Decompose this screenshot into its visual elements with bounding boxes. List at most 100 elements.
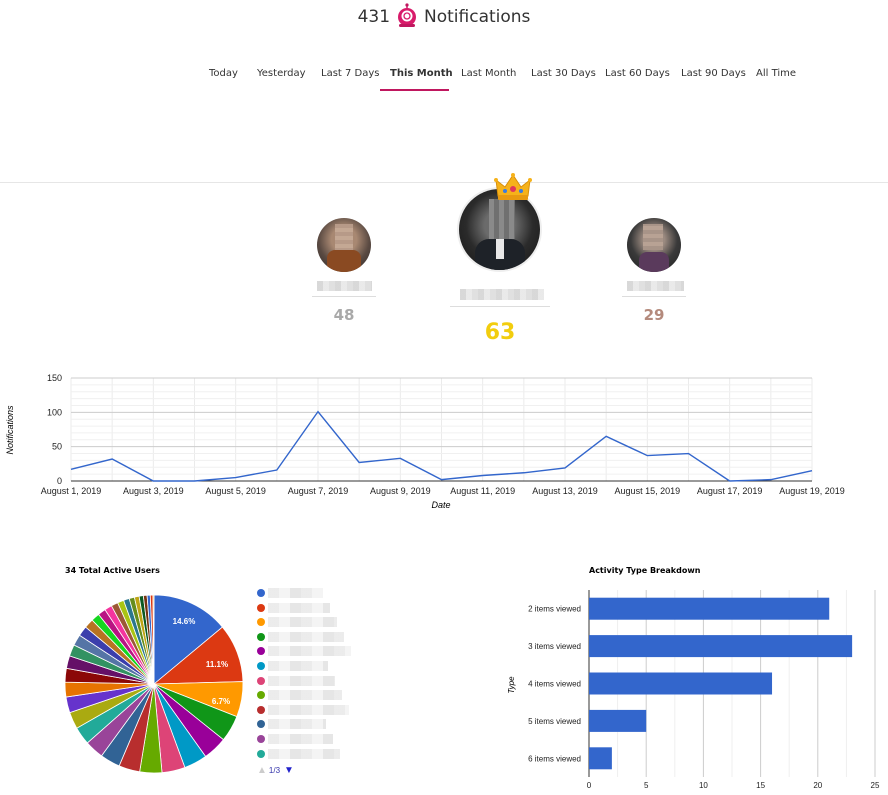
- crown-icon: [494, 172, 532, 207]
- tab-last-90-days[interactable]: Last 90 Days: [681, 60, 746, 90]
- page-title: 431 Notifications: [0, 2, 888, 32]
- bar[interactable]: [589, 635, 853, 658]
- x-tick-label: August 19, 2019: [779, 486, 845, 496]
- legend-color-dot: [257, 589, 265, 597]
- score-first-place: 63: [484, 320, 516, 345]
- tab-last-30-days[interactable]: Last 30 Days: [531, 60, 596, 90]
- time-range-tabs: Today Yesterday Last 7 Days This Month L…: [0, 60, 888, 92]
- y-tick-label: 50: [52, 442, 62, 452]
- tab-this-month[interactable]: This Month: [390, 60, 453, 90]
- category-label: 6 items viewed: [528, 754, 581, 763]
- name-underline: [450, 306, 550, 307]
- avatar-second-place[interactable]: [317, 218, 371, 272]
- active-tab-indicator: [380, 89, 449, 91]
- legend-item-label[interactable]: [268, 690, 342, 701]
- y-tick-label: 0: [57, 476, 62, 486]
- bar[interactable]: [589, 672, 773, 695]
- tab-today[interactable]: Today: [209, 60, 238, 90]
- x-tick-label: 25: [871, 781, 880, 790]
- x-tick-label: August 11, 2019: [450, 486, 515, 496]
- x-tick-label: 0: [587, 781, 592, 790]
- bar-chart-x-ticks: 0 5 10 15 20 25: [587, 781, 880, 790]
- legend-color-dot: [257, 735, 265, 743]
- x-tick-label: August 9, 2019: [370, 486, 431, 496]
- robot-mascot-icon: [396, 2, 418, 32]
- legend-item-label[interactable]: [268, 748, 340, 759]
- line-chart-y-ticks: 150 100 50 0: [47, 373, 62, 486]
- y-tick-label: 100: [47, 407, 62, 417]
- line-chart-grid: [70, 377, 813, 482]
- legend-item-label[interactable]: [268, 646, 351, 657]
- legend-item-label[interactable]: [268, 675, 335, 686]
- x-tick-label: 15: [756, 781, 765, 790]
- user-name-third-place: [627, 281, 684, 291]
- pager-next-icon[interactable]: ▼: [284, 765, 294, 776]
- pie-label-slice-2: 11.1%: [206, 660, 228, 669]
- line-chart-x-label: Date: [431, 500, 450, 510]
- x-tick-label: 20: [813, 781, 822, 790]
- tab-last-7-days[interactable]: Last 7 Days: [321, 60, 380, 90]
- avatar-third-place[interactable]: [627, 218, 681, 272]
- pager-prev-icon[interactable]: ▲: [257, 765, 267, 776]
- tab-last-60-days[interactable]: Last 60 Days: [605, 60, 670, 90]
- legend-color-dot: [257, 603, 265, 612]
- legend-item-label[interactable]: [268, 734, 333, 744]
- bar-chart-categories: 2 items viewed 3 items viewed 4 items view…: [528, 605, 581, 764]
- bar[interactable]: [589, 709, 647, 732]
- bar-chart-bars: [589, 597, 853, 770]
- score-second-place: 48: [333, 306, 355, 324]
- x-tick-label: August 15, 2019: [615, 486, 681, 496]
- pie-label-slice-1: 14.6%: [173, 617, 196, 626]
- bar-chart-y-label: Type: [507, 676, 516, 694]
- line-chart-y-label: Notifications: [5, 405, 15, 455]
- tab-all-time[interactable]: All Time: [756, 60, 796, 90]
- legend-color-dot: [257, 720, 265, 729]
- x-tick-label: 5: [644, 781, 649, 790]
- bar-chart-title: Activity Type Breakdown: [589, 566, 701, 575]
- legend-color-dot: [257, 662, 265, 670]
- x-tick-label: August 5, 2019: [205, 486, 266, 496]
- category-label: 2 items viewed: [528, 605, 581, 614]
- legend-color-dot: [257, 749, 265, 758]
- legend-item-label[interactable]: [268, 602, 330, 613]
- category-label: 3 items viewed: [528, 642, 581, 651]
- legend-color-dot: [257, 705, 265, 714]
- x-tick-label: August 1, 2019: [41, 486, 102, 496]
- pager-text: 1/3: [268, 766, 281, 775]
- tab-yesterday[interactable]: Yesterday: [257, 60, 306, 90]
- x-tick-label: August 17, 2019: [697, 486, 763, 496]
- legend-item-label[interactable]: [268, 704, 349, 715]
- x-tick-label: August 3, 2019: [123, 486, 184, 496]
- line-chart-x-ticks: August 1, 2019 August 3, 2019 August 5, 20…: [41, 486, 845, 496]
- name-underline: [312, 296, 376, 297]
- y-tick-label: 150: [47, 373, 62, 383]
- pie-legend: [255, 588, 365, 759]
- legend-color-dot: [257, 647, 265, 656]
- user-name-second-place: [317, 281, 372, 291]
- x-tick-label: 10: [699, 781, 708, 790]
- category-label: 4 items viewed: [528, 680, 581, 689]
- header-title-text: Notifications: [424, 7, 531, 27]
- legend-item-label[interactable]: [268, 719, 326, 730]
- legend-item-label[interactable]: [268, 661, 328, 671]
- pie-chart-title: 34 Total Active Users: [65, 566, 160, 575]
- bar[interactable]: [589, 597, 830, 620]
- legend-item-label[interactable]: [268, 631, 344, 642]
- legend-color-dot: [257, 618, 265, 627]
- notification-count: 431: [357, 7, 391, 27]
- name-underline: [622, 296, 686, 297]
- legend-item-label[interactable]: [268, 588, 323, 598]
- x-tick-label: August 7, 2019: [288, 486, 349, 496]
- bar[interactable]: [589, 747, 612, 770]
- tab-last-month[interactable]: Last Month: [461, 60, 516, 90]
- x-tick-label: August 13, 2019: [532, 486, 598, 496]
- notifications-line-chart: 150100500 August 1, 2019 August 3, 2019 Au…: [5, 373, 845, 510]
- activity-bar-chart: 2 items viewed 3 items viewed 4 items view…: [507, 590, 880, 790]
- section-divider: [0, 182, 888, 183]
- legend-pager: ▲ 1/3 ▼: [257, 765, 294, 776]
- legend-item-label[interactable]: [268, 617, 337, 628]
- legend-color-dot: [257, 632, 265, 641]
- score-third-place: 29: [643, 306, 665, 324]
- legend-color-dot: [257, 676, 265, 685]
- legend-color-dot: [257, 691, 265, 700]
